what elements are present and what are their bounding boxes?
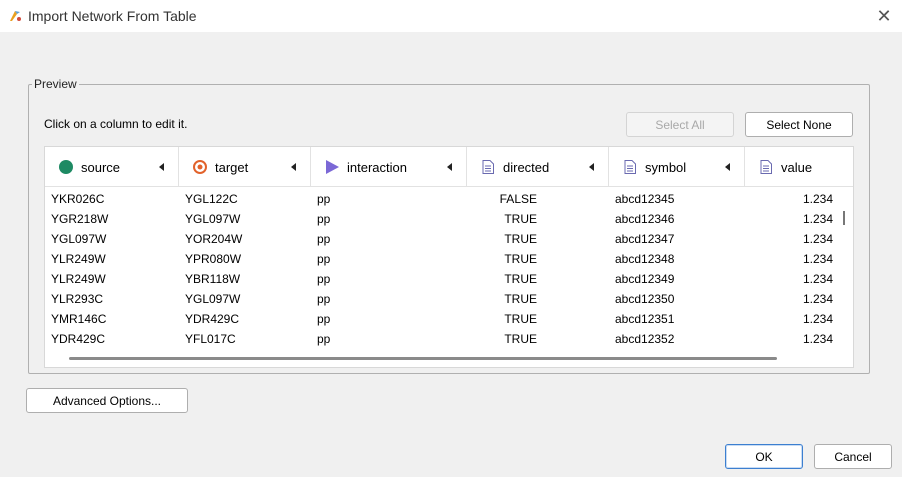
column-header-label: source xyxy=(81,159,121,175)
column-menu-arrow-icon[interactable] xyxy=(159,163,164,171)
column-menu-arrow-icon[interactable] xyxy=(447,163,452,171)
table-cell: abcd12346 xyxy=(615,212,675,226)
table-row[interactable]: YLR249W YPR080W pp TRUE abcd12348 1.234 xyxy=(45,250,835,270)
column-header-source[interactable]: source xyxy=(45,147,179,187)
table-cell: TRUE xyxy=(504,292,537,306)
interaction-icon xyxy=(326,160,339,174)
table-cell: pp xyxy=(317,192,331,206)
table-cell: pp xyxy=(317,272,331,286)
target-node-icon xyxy=(193,160,207,174)
table-cell: TRUE xyxy=(504,272,537,286)
table-cell: TRUE xyxy=(504,212,537,226)
column-menu-arrow-icon[interactable] xyxy=(589,163,594,171)
table-cell: pp xyxy=(317,292,331,306)
table-cell: YGL097W xyxy=(185,212,241,226)
attribute-document-icon xyxy=(624,160,636,174)
ok-button[interactable]: OK xyxy=(725,444,803,469)
table-cell: abcd12352 xyxy=(615,332,675,346)
table-row[interactable]: YMR146C YDR429C pp TRUE abcd12351 1.234 xyxy=(45,310,835,330)
table-cell: 1.234 xyxy=(802,272,833,286)
table-cell: FALSE xyxy=(499,192,537,206)
table-row[interactable]: YDR429C YFL017C pp TRUE abcd12352 1.234 xyxy=(45,330,835,350)
column-header-label: target xyxy=(215,159,249,175)
table-body: YKR026C YGL122C pp FALSE abcd12345 1.234 YGR21… xyxy=(45,190,835,350)
table-cell: YLR293C xyxy=(51,292,104,306)
table-cell: abcd12351 xyxy=(615,312,675,326)
table-cell: TRUE xyxy=(504,312,537,326)
table-cell: YLR249W xyxy=(51,252,106,266)
column-header-label: symbol xyxy=(645,159,687,175)
column-header-value[interactable]: value xyxy=(745,147,853,187)
table-cell: pp xyxy=(317,232,331,246)
table-cell: TRUE xyxy=(504,232,537,246)
table-row[interactable]: YGR218W YGL097W pp TRUE abcd12346 1.234 xyxy=(45,210,835,230)
table-cell: YGR218W xyxy=(51,212,109,226)
table-cell: 1.234 xyxy=(802,232,833,246)
table-header: source target interaction directed symbo… xyxy=(45,147,853,187)
table-cell: YGL122C xyxy=(185,192,238,206)
table-cell: 1.234 xyxy=(802,312,833,326)
column-header-interaction[interactable]: interaction xyxy=(311,147,467,187)
table-cell: YLR249W xyxy=(51,272,106,286)
table-cell: pp xyxy=(317,312,331,326)
table-cell: 1.234 xyxy=(802,212,833,226)
table-cell: pp xyxy=(317,212,331,226)
table-cell: abcd12348 xyxy=(615,252,675,266)
column-menu-arrow-icon[interactable] xyxy=(725,163,730,171)
attribute-document-icon xyxy=(482,160,494,174)
table-cell: pp xyxy=(317,332,331,346)
table-cell: YBR118W xyxy=(185,272,241,286)
table-cell: abcd12347 xyxy=(615,232,675,246)
cancel-button[interactable]: Cancel xyxy=(814,444,892,469)
table-cell: 1.234 xyxy=(802,292,833,306)
table-cell: YKR026C xyxy=(51,192,105,206)
table-cell: YPR080W xyxy=(185,252,242,266)
close-icon[interactable]: ✕ xyxy=(874,6,894,26)
table-cell: YGL097W xyxy=(51,232,107,246)
table-row[interactable]: YKR026C YGL122C pp FALSE abcd12345 1.234 xyxy=(45,190,835,210)
table-cell: TRUE xyxy=(504,332,537,346)
select-all-button[interactable]: Select All xyxy=(626,112,734,137)
attribute-document-icon xyxy=(760,160,772,174)
column-header-label: directed xyxy=(503,159,550,175)
column-header-label: interaction xyxy=(347,159,407,175)
column-header-label: value xyxy=(781,159,813,175)
preview-legend: Preview xyxy=(32,77,79,91)
table-cell: 1.234 xyxy=(802,252,833,266)
title-bar: Import Network From Table ✕ xyxy=(0,0,902,32)
table-cell: YDR429C xyxy=(51,332,106,346)
table-row[interactable]: YGL097W YOR204W pp TRUE abcd12347 1.234 xyxy=(45,230,835,250)
table-cell: YGL097W xyxy=(185,292,241,306)
select-none-button[interactable]: Select None xyxy=(745,112,853,137)
table-cell: TRUE xyxy=(504,252,537,266)
table-row[interactable]: YLR293C YGL097W pp TRUE abcd12350 1.234 xyxy=(45,290,835,310)
table-cell: YDR429C xyxy=(185,312,240,326)
source-node-icon xyxy=(59,160,73,174)
table-cell: abcd12349 xyxy=(615,272,675,286)
cytoscape-app-icon xyxy=(10,11,21,21)
table-row[interactable]: YLR249W YBR118W pp TRUE abcd12349 1.234 xyxy=(45,270,835,290)
edit-column-hint: Click on a column to edit it. xyxy=(44,117,188,131)
table-cell: abcd12345 xyxy=(615,192,675,206)
vertical-scrollbar[interactable] xyxy=(843,211,845,225)
table-cell: pp xyxy=(317,252,331,266)
preview-table[interactable]: source target interaction directed symbo… xyxy=(44,146,854,368)
table-cell: abcd12350 xyxy=(615,292,675,306)
table-cell: 1.234 xyxy=(802,332,833,346)
table-cell: YOR204W xyxy=(185,232,243,246)
advanced-options-button[interactable]: Advanced Options... xyxy=(26,388,188,413)
column-menu-arrow-icon[interactable] xyxy=(291,163,296,171)
table-cell: YFL017C xyxy=(185,332,236,346)
column-header-symbol[interactable]: symbol xyxy=(609,147,745,187)
window-title: Import Network From Table xyxy=(28,8,197,24)
table-cell: 1.234 xyxy=(802,192,833,206)
column-header-directed[interactable]: directed xyxy=(467,147,609,187)
horizontal-scrollbar[interactable] xyxy=(69,357,777,360)
column-header-target[interactable]: target xyxy=(179,147,311,187)
table-cell: YMR146C xyxy=(51,312,107,326)
